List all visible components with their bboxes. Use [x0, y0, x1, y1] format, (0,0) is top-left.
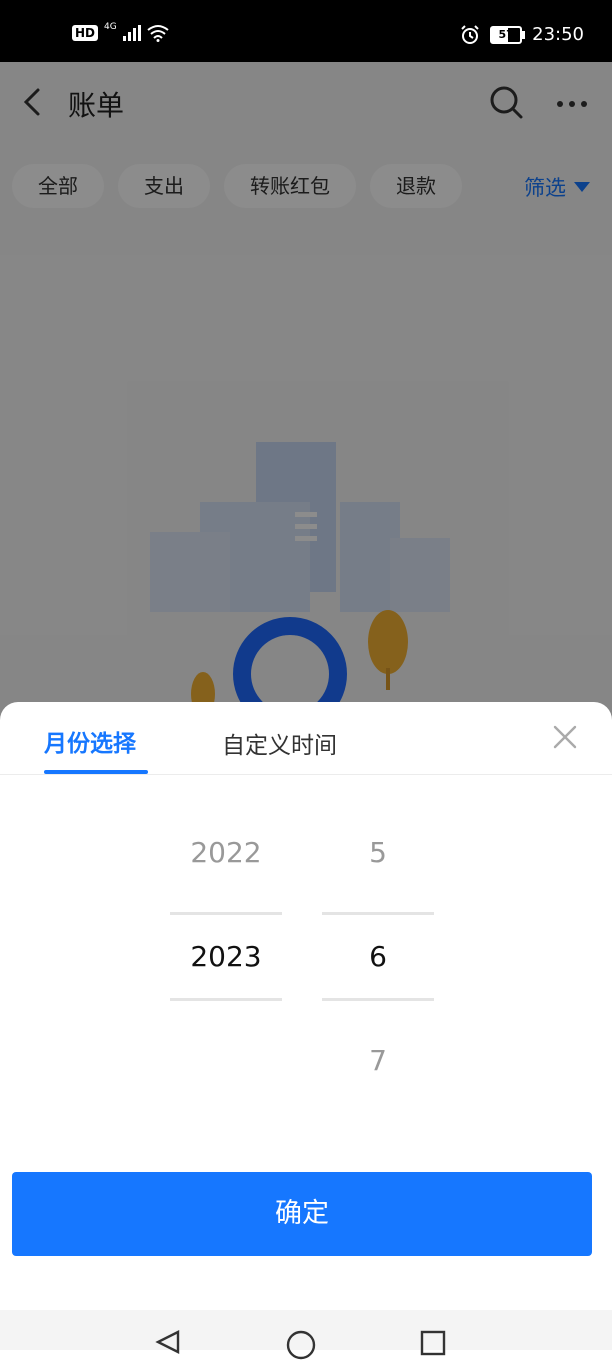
battery-level: 57 — [498, 27, 514, 41]
confirm-button[interactable]: 确定 — [12, 1172, 592, 1256]
close-icon[interactable] — [552, 724, 578, 750]
hd-badge: HD — [72, 25, 99, 41]
status-bar: HD 4G 57 23:50 — [0, 0, 612, 62]
year-prev[interactable]: 2022 — [170, 836, 282, 869]
month-prev[interactable]: 5 — [322, 836, 434, 869]
selection-line-bottom — [322, 998, 434, 1001]
battery-icon: 57 — [490, 25, 526, 44]
tab-indicator — [44, 770, 148, 774]
system-nav-bar — [0, 1310, 612, 1360]
picker-tabs: 月份选择 自定义时间 — [0, 702, 612, 775]
nav-back-icon[interactable] — [154, 1330, 182, 1354]
status-right: 57 23:50 — [460, 24, 584, 45]
wifi-icon — [147, 25, 169, 42]
month-selected[interactable]: 6 — [322, 940, 434, 973]
tab-custom-time[interactable]: 自定义时间 — [222, 726, 337, 760]
nav-home-icon[interactable] — [286, 1330, 316, 1360]
nav-recent-icon[interactable] — [420, 1330, 446, 1356]
clock: 23:50 — [532, 24, 584, 45]
year-selected[interactable]: 2023 — [170, 940, 282, 973]
tab-month-select[interactable]: 月份选择 — [44, 724, 136, 758]
selection-line-top — [170, 912, 282, 915]
alarm-icon — [461, 24, 479, 44]
network-type: 4G — [104, 22, 117, 32]
selection-line-top — [322, 912, 434, 915]
selection-line-bottom — [170, 998, 282, 1001]
month-picker-sheet: 月份选择 自定义时间 2022 2023 5 6 7 确定 — [0, 702, 612, 1360]
status-left: HD 4G — [72, 22, 169, 42]
signal-icon — [122, 25, 141, 41]
month-next[interactable]: 7 — [322, 1044, 434, 1077]
